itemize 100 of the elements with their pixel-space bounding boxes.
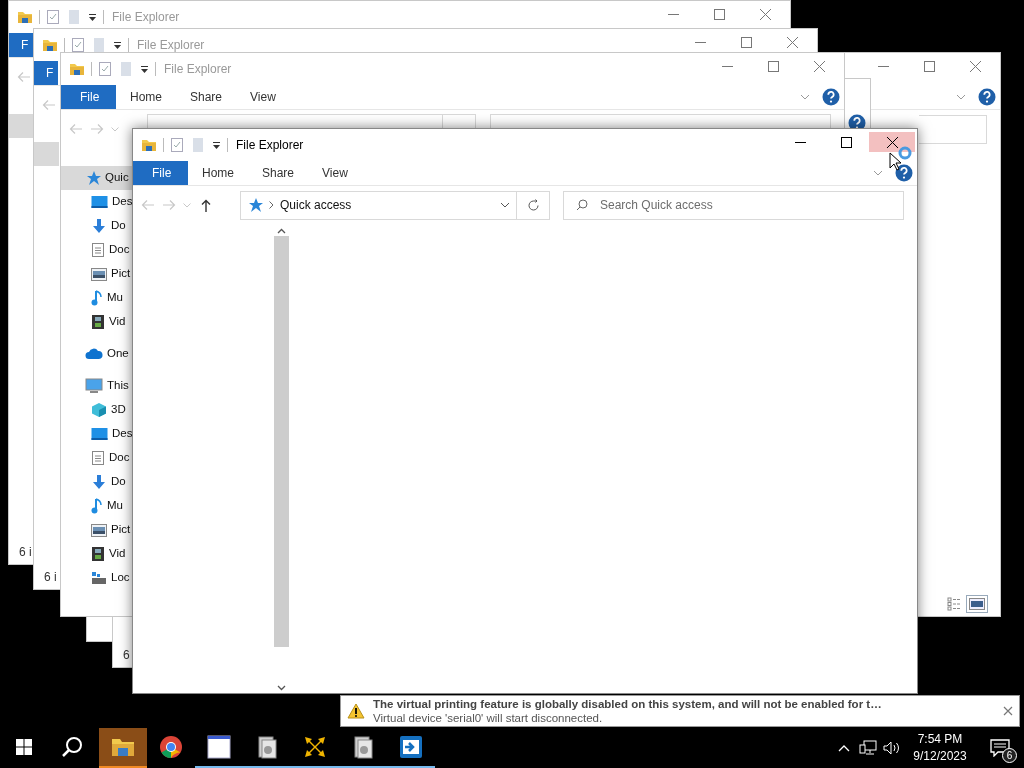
nav-item[interactable]: Vid — [61, 542, 133, 566]
close-icon — [969, 60, 981, 72]
help-icon[interactable] — [822, 88, 840, 106]
busy-icon — [898, 146, 912, 160]
close-icon — [786, 36, 798, 48]
nav-item-label: Do — [111, 474, 126, 490]
document-icon — [120, 61, 132, 77]
action-center-button[interactable]: 6 — [976, 728, 1024, 768]
search-field[interactable] — [919, 114, 987, 144]
document-icon — [93, 37, 105, 53]
nav-item[interactable]: This — [61, 374, 133, 398]
large-icons-view-button[interactable] — [966, 595, 988, 613]
dropdown-icon[interactable] — [500, 202, 510, 208]
maximize-icon — [767, 60, 779, 72]
back-arrow-icon — [16, 71, 31, 83]
document-icon — [91, 242, 105, 258]
music-note-icon — [91, 498, 103, 514]
notification-title: The virtual printing feature is globally disabled on this system, and will not be enabled for t… — [373, 697, 883, 711]
folder-icon — [111, 737, 135, 757]
help-icon[interactable] — [895, 164, 913, 182]
back-arrow-icon — [140, 199, 155, 211]
file-menu-tab[interactable]: File — [133, 161, 188, 185]
document-icon — [91, 450, 105, 466]
desktop-icon — [91, 195, 108, 209]
clock-time[interactable]: 7:54 PM — [917, 731, 963, 748]
nav-item[interactable]: Do — [61, 214, 133, 238]
scroll-up-icon[interactable] — [277, 228, 286, 234]
close-button[interactable] — [869, 132, 915, 152]
nav-item[interactable]: Des — [61, 190, 133, 214]
maximize-icon — [923, 60, 935, 72]
ribbon-tab[interactable]: View — [236, 85, 290, 109]
file-menu-tab[interactable]: F — [9, 33, 34, 57]
nav-item[interactable]: Mu — [61, 494, 133, 518]
nav-item-label: Vid — [109, 546, 126, 562]
chevron-down-icon[interactable] — [873, 170, 883, 176]
search-field[interactable]: Search Quick access — [563, 190, 904, 220]
ribbon-tab[interactable]: Home — [116, 85, 176, 109]
nav-item[interactable]: One — [61, 342, 133, 366]
help-icon[interactable] — [978, 88, 996, 106]
dropdown-icon[interactable] — [113, 40, 122, 50]
chevron-down-icon[interactable] — [956, 94, 966, 100]
cursor-icon — [889, 152, 901, 171]
back-arrow-icon — [68, 123, 83, 135]
file-menu-tab[interactable]: F — [34, 61, 59, 85]
file-menu-tab[interactable]: File — [61, 85, 116, 109]
picture-icon — [91, 267, 107, 281]
nav-item-label: 3D — [111, 402, 126, 418]
nav-item[interactable]: Pict — [61, 518, 133, 542]
forward-arrow-icon — [89, 123, 104, 135]
nav-item[interactable]: Doc — [61, 446, 133, 470]
scroll-down-icon[interactable] — [277, 685, 286, 691]
window-title: File Explorer — [164, 61, 232, 78]
ribbon-tab[interactable]: View — [308, 161, 362, 185]
window-title: File Explorer — [137, 37, 205, 54]
dropdown-icon[interactable] — [140, 64, 149, 74]
status-text: 6 i — [19, 544, 32, 561]
dropdown-icon[interactable] — [212, 140, 221, 150]
maximize-icon — [713, 8, 725, 20]
clock-date[interactable]: 9/12/2023 — [913, 748, 967, 765]
monitor-icon — [85, 378, 103, 394]
nav-item-label: Des — [112, 426, 133, 442]
nav-item[interactable]: Doc — [61, 238, 133, 262]
refresh-button[interactable] — [517, 190, 550, 220]
nav-item-label: Pict — [111, 266, 131, 282]
nav-item[interactable]: Vid — [61, 310, 133, 334]
nav-item[interactable]: Quic — [61, 166, 133, 190]
ribbon-tab[interactable]: Share — [176, 85, 237, 109]
notification-message: Virtual device 'serial0' will start disconnected. — [373, 711, 604, 725]
nav-item[interactable]: 3D — [61, 398, 133, 422]
message-icon — [990, 739, 1010, 757]
back-arrow-icon — [41, 99, 56, 111]
status-text: 6 i — [44, 569, 57, 586]
nav-item-label: One — [107, 346, 129, 362]
nav-item-label: Vid — [109, 314, 126, 330]
refresh-icon — [527, 199, 539, 211]
film-icon — [91, 314, 105, 330]
nav-item-label: Doc — [109, 242, 130, 258]
dropdown-icon[interactable] — [88, 12, 97, 22]
window-icon — [207, 735, 231, 759]
nav-item[interactable]: Pict — [61, 262, 133, 286]
window-title: File Explorer — [236, 137, 304, 154]
warning-icon — [347, 703, 365, 719]
close-icon — [886, 136, 898, 148]
star-icon — [247, 197, 263, 213]
ribbon-tab[interactable]: Home — [188, 161, 248, 185]
film-icon — [91, 546, 105, 562]
maximize-icon — [740, 36, 752, 48]
nav-item[interactable]: Des — [61, 422, 133, 446]
nav-item[interactable]: Mu — [61, 286, 133, 310]
address-bar[interactable]: Quick access — [240, 190, 517, 220]
nav-item[interactable]: Do — [61, 470, 133, 494]
windows-logo-icon — [16, 739, 32, 755]
nav-item[interactable]: Loc — [61, 566, 133, 590]
picture-icon — [969, 598, 985, 610]
cloud-icon — [85, 348, 103, 360]
arrows-icon — [303, 735, 327, 759]
document-icon — [68, 9, 80, 25]
ribbon-tab[interactable]: Share — [248, 161, 309, 185]
maximize-icon — [840, 136, 852, 148]
chevron-down-icon[interactable] — [800, 94, 810, 100]
